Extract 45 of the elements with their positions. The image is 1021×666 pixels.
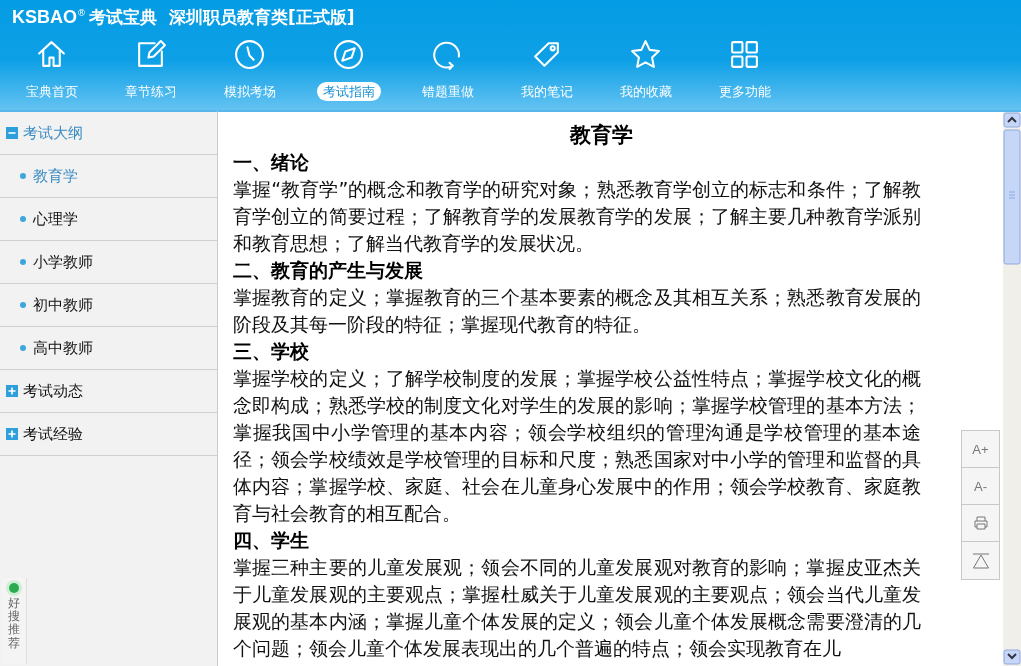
bullet-icon	[20, 173, 26, 179]
expand-icon[interactable]	[6, 385, 18, 397]
section-heading: 四、学生	[233, 528, 310, 553]
collapse-icon[interactable]	[6, 127, 18, 139]
sidebar-group[interactable]: 考试动态	[23, 381, 83, 401]
nav-tab[interactable]: 我的收藏	[613, 82, 678, 101]
nav-tab[interactable]: 考试指南	[316, 82, 381, 101]
section-heading: 二、教育的产生与发展	[233, 258, 424, 283]
triangle-up-icon	[971, 552, 990, 569]
scrollbar[interactable]	[1003, 112, 1021, 666]
compass-icon[interactable]	[332, 38, 365, 71]
nav-tab[interactable]: 更多功能	[712, 82, 777, 101]
bullet-icon	[20, 345, 26, 351]
nav-tab[interactable]: 我的笔记	[514, 82, 579, 101]
grid-icon[interactable]	[728, 38, 761, 71]
section-paragraph: 掌握学校的定义；了解学校制度的发展；掌握学校公益性特点；掌握学校文化的概念即构成；熟悉学校的制度文化对学生的发展的影响；掌握学校管理的基本方法；掌握我国中小学管理的基本内容；领会学校组织的管理沟通是学校管理的基本途径；领会学校绩效是学校管理的目标和尺度；熟悉国家对中小学的管理和监督的具体内容；掌握学校、家庭、社会在儿童身心发展中的作用；领会学校教育、家庭教育与社会教育的相互配合。	[233, 366, 921, 526]
bullet-icon	[20, 216, 26, 222]
nav-tab[interactable]: 模拟考场	[217, 82, 282, 101]
window-title: 深圳职员教育类[正式版]	[169, 6, 355, 29]
printer-icon	[972, 515, 989, 531]
section-heading: 一、绪论	[233, 150, 310, 175]
bullet-icon	[20, 259, 26, 265]
section-paragraph: 掌握教育的定义；掌握教育的三个基本要素的概念及其相互关系；熟悉教育发展的阶段及其每一阶段的特征；掌握现代教育的特征。	[233, 285, 921, 337]
sidebar-item[interactable]: 高中教师	[33, 338, 93, 358]
section-heading: 三、学校	[233, 339, 310, 364]
section-paragraph: 掌握三种主要的儿童发展观；领会不同的儿童发展观对教育的影响；掌握皮亚杰关于儿童发展观的主要观点；掌握杜威关于儿童发展观的主要观点；领会当代儿童发展观的基本内涵；掌握儿童个体发展的定义；领会儿童个体发展概念需要澄清的几个问题；领会儿童个体发展表现出的几个普遍的特点；领会实现教育在儿	[233, 555, 921, 661]
sidebar-item[interactable]: 小学教师	[33, 252, 93, 272]
star-icon[interactable]	[629, 38, 662, 71]
sidebar-item[interactable]: 教育学	[33, 166, 78, 186]
sidebar-item[interactable]: 心理学	[33, 209, 78, 229]
nav-tab[interactable]: 章节练习	[118, 82, 183, 101]
sidebar-item[interactable]: 初中教师	[33, 295, 93, 315]
bullet-icon	[20, 302, 26, 308]
clock-icon[interactable]	[233, 38, 266, 71]
status-dot-icon[interactable]	[9, 583, 19, 593]
section-paragraph: 掌握“教育学”的概念和教育学的研究对象；熟悉教育学创立的标志和条件；了解教育学创立的简要过程；了解教育学的发展教育学的发展；了解主要几种教育学派别和教育思想；了解当代教育学的发展状况。	[233, 177, 921, 256]
sidebar-group[interactable]: 考试大纲	[23, 123, 83, 143]
brand-name: 考试宝典	[89, 6, 157, 29]
sidebar-group[interactable]: 考试经验	[23, 424, 83, 444]
registered-mark: ®	[77, 8, 86, 18]
nav-tab[interactable]: 宝典首页	[19, 82, 84, 101]
nav-tab[interactable]: 错题重做	[415, 82, 480, 101]
expand-icon[interactable]	[6, 428, 18, 440]
logo-text: KSBAO	[12, 7, 77, 28]
article-title: 教育学	[568, 122, 634, 149]
